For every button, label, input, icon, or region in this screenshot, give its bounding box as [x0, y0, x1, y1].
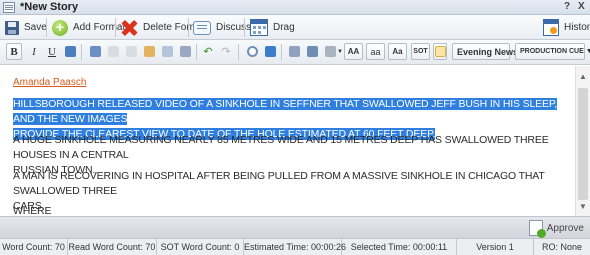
help-button[interactable]: ?	[564, 1, 570, 12]
uppercase-button[interactable]: AA	[344, 43, 363, 60]
ro-status: RO: None	[541, 242, 583, 252]
italic-button[interactable]: I	[26, 43, 42, 60]
discuss-button[interactable]: Discuss	[193, 18, 251, 37]
titlecase-button[interactable]: Aa	[388, 43, 407, 60]
author-name: Amanda Paasch	[13, 77, 87, 88]
select-all-icon	[288, 46, 300, 57]
bold-button[interactable]: B	[6, 43, 22, 60]
toolbar-divider	[244, 18, 245, 37]
chevron-down-icon: ▼	[337, 48, 343, 55]
paragraph-text: WHERE	[13, 205, 52, 216]
cut-button[interactable]	[87, 43, 103, 60]
scrollbar-thumb[interactable]	[578, 88, 588, 200]
toolbar-divider	[46, 18, 47, 37]
selected-time: Selected Time: 00:00:11	[342, 239, 457, 255]
replace-button[interactable]	[262, 43, 278, 60]
approve-label: Approve	[546, 222, 584, 234]
toolbar-divider	[115, 18, 116, 37]
save-label: Save	[24, 22, 47, 33]
drag-icon	[250, 19, 268, 36]
story-editor[interactable]: Amanda Paasch HILLSBOROUGH RELEASED VIDE…	[0, 66, 575, 216]
save-icon	[5, 20, 19, 35]
approve-button[interactable]: Approve	[528, 220, 584, 238]
paragraph-text: A MAN IS RECOVERING IN HOSPITAL AFTER BE…	[13, 170, 545, 197]
template-select[interactable]: Evening News▼	[452, 43, 527, 60]
version: Version 1	[457, 239, 534, 255]
maximize-icon	[306, 46, 318, 57]
print-button[interactable]: ▼	[322, 43, 346, 60]
paste-icon	[125, 46, 137, 57]
save-button[interactable]: Save	[5, 18, 47, 37]
paste-word-icon	[161, 46, 173, 57]
estimated-time: Estimated Time: 00:00:26	[244, 239, 346, 255]
image-icon	[64, 46, 76, 57]
image-button[interactable]	[62, 43, 78, 60]
undo-icon: ↶	[203, 45, 213, 58]
scroll-up-icon[interactable]: ▲	[576, 70, 590, 84]
undo-button[interactable]: ↶	[200, 43, 216, 60]
cut-icon	[89, 46, 101, 57]
copy-icon	[107, 46, 119, 57]
selected-text: HILLSBOROUGH RELEASED VIDEO OF A SINKHOL…	[13, 98, 558, 125]
redo-button[interactable]: ↷	[218, 43, 234, 60]
drag-label: Drag	[273, 22, 295, 33]
format-toolbar: B I U ↶ ↷ ▼ AA aa Aa SOT Evening News▼ P…	[0, 40, 590, 65]
delete-format-icon	[120, 19, 138, 37]
close-button[interactable]: X	[578, 1, 585, 12]
sot-word-count: SOT Word Count: 0	[157, 239, 244, 255]
chevron-down-icon: ▼	[585, 48, 590, 55]
paste-text-icon	[143, 46, 155, 57]
paste-text-button[interactable]	[141, 43, 157, 60]
status-bar: Word Count: 70 Read Word Count: 70 SOT W…	[0, 238, 590, 255]
document-icon	[3, 1, 15, 13]
find-icon	[246, 46, 258, 57]
add-format-icon	[52, 19, 68, 36]
toolbar-divider	[238, 44, 239, 60]
window-title: *New Story	[20, 1, 79, 13]
approve-icon	[528, 220, 546, 238]
underline-button[interactable]: U	[44, 43, 60, 60]
maximize-button[interactable]	[304, 43, 320, 60]
history-icon	[543, 19, 559, 36]
highlight-icon	[434, 46, 446, 57]
approve-bar: Approve	[0, 216, 590, 238]
copy-button[interactable]	[105, 43, 121, 60]
story-paragraph[interactable]: WHERE	[13, 204, 569, 216]
toolbar-divider	[281, 44, 282, 60]
replace-icon	[264, 46, 276, 57]
highlight-button[interactable]	[433, 43, 447, 60]
template-select-value: Evening News	[457, 46, 519, 57]
toolbar-divider	[188, 18, 189, 37]
lowercase-button[interactable]: aa	[366, 43, 385, 60]
main-toolbar: Save Add Format Delete Format Discuss Dr…	[0, 15, 590, 40]
toolbar-divider	[196, 44, 197, 60]
cue-select[interactable]: PRODUCTION CUE ▼	[515, 43, 590, 60]
format-list-button[interactable]	[177, 43, 193, 60]
sot-button[interactable]: SOT	[411, 43, 430, 60]
discuss-icon	[193, 20, 211, 35]
list-icon	[179, 46, 191, 57]
scroll-down-icon[interactable]: ▼	[576, 200, 590, 214]
select-all-button[interactable]	[286, 43, 302, 60]
print-icon	[325, 46, 337, 57]
discuss-label: Discuss	[216, 22, 252, 33]
drag-button[interactable]: Drag	[250, 18, 295, 37]
window-titlebar: *New Story ? X	[0, 0, 590, 15]
add-format-label: Add Format	[73, 22, 126, 33]
paste-button[interactable]	[123, 43, 139, 60]
word-count: Word Count: 70	[0, 239, 68, 255]
cue-select-value: PRODUCTION CUE	[520, 48, 584, 55]
find-button[interactable]	[244, 43, 260, 60]
paragraph-text: A HUGE SINKHOLE MEASURING NEARLY 85 METR…	[13, 134, 549, 161]
redo-icon: ↷	[221, 45, 231, 58]
editor-scrollbar[interactable]: ▲ ▼	[575, 66, 590, 216]
history-label: History	[564, 22, 590, 33]
history-button[interactable]: History	[543, 18, 590, 37]
read-word-count: Read Word Count: 70	[68, 239, 157, 255]
paste-word-button[interactable]	[159, 43, 175, 60]
toolbar-divider	[81, 44, 82, 60]
